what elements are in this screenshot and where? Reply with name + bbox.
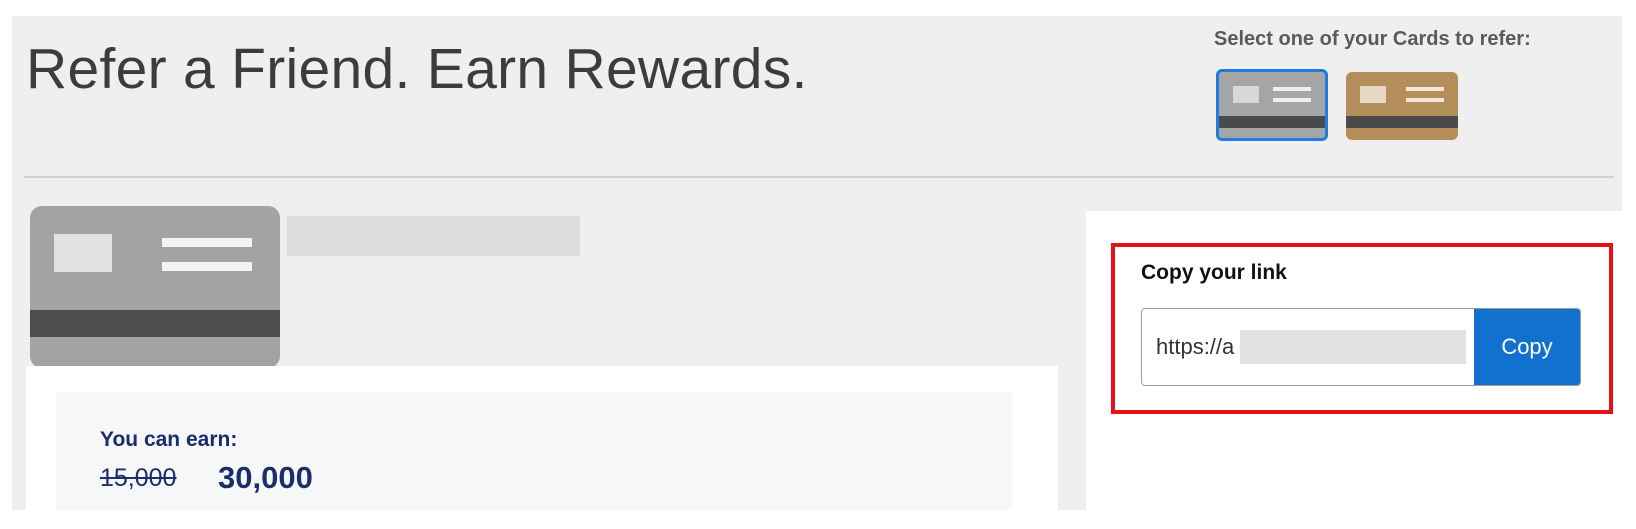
card-option-gold[interactable] — [1346, 72, 1458, 140]
earn-old-amount: 15,000 — [100, 464, 177, 492]
card-chip-icon — [1360, 86, 1386, 103]
referral-link-input[interactable] — [1142, 309, 1476, 385]
card-chip-icon — [1233, 86, 1259, 103]
card-stripe — [1346, 116, 1458, 128]
card-name-redacted — [287, 216, 580, 256]
header-divider — [24, 176, 1614, 178]
card-stripe — [30, 310, 280, 337]
card-line — [162, 262, 252, 271]
card-stripe — [1219, 116, 1325, 128]
page-title: Refer a Friend. Earn Rewards. — [26, 37, 808, 101]
selected-card-image — [30, 206, 280, 368]
card-line — [1406, 87, 1444, 91]
card-chip-icon — [54, 234, 112, 272]
referral-link-group: Copy — [1141, 308, 1581, 386]
copy-button[interactable]: Copy — [1474, 309, 1580, 385]
earn-label: You can earn: — [100, 428, 238, 451]
page-frame: Refer a Friend. Earn Rewards. Select one… — [12, 16, 1622, 510]
card-line — [1273, 87, 1311, 91]
card-select-label: Select one of your Cards to refer: — [1214, 28, 1531, 50]
copy-link-heading: Copy your link — [1141, 261, 1287, 284]
card-line — [162, 238, 252, 247]
card-line — [1273, 98, 1311, 102]
earn-new-amount: 30,000 — [218, 460, 313, 495]
card-line — [1406, 98, 1444, 102]
card-option-gray[interactable] — [1216, 69, 1328, 141]
